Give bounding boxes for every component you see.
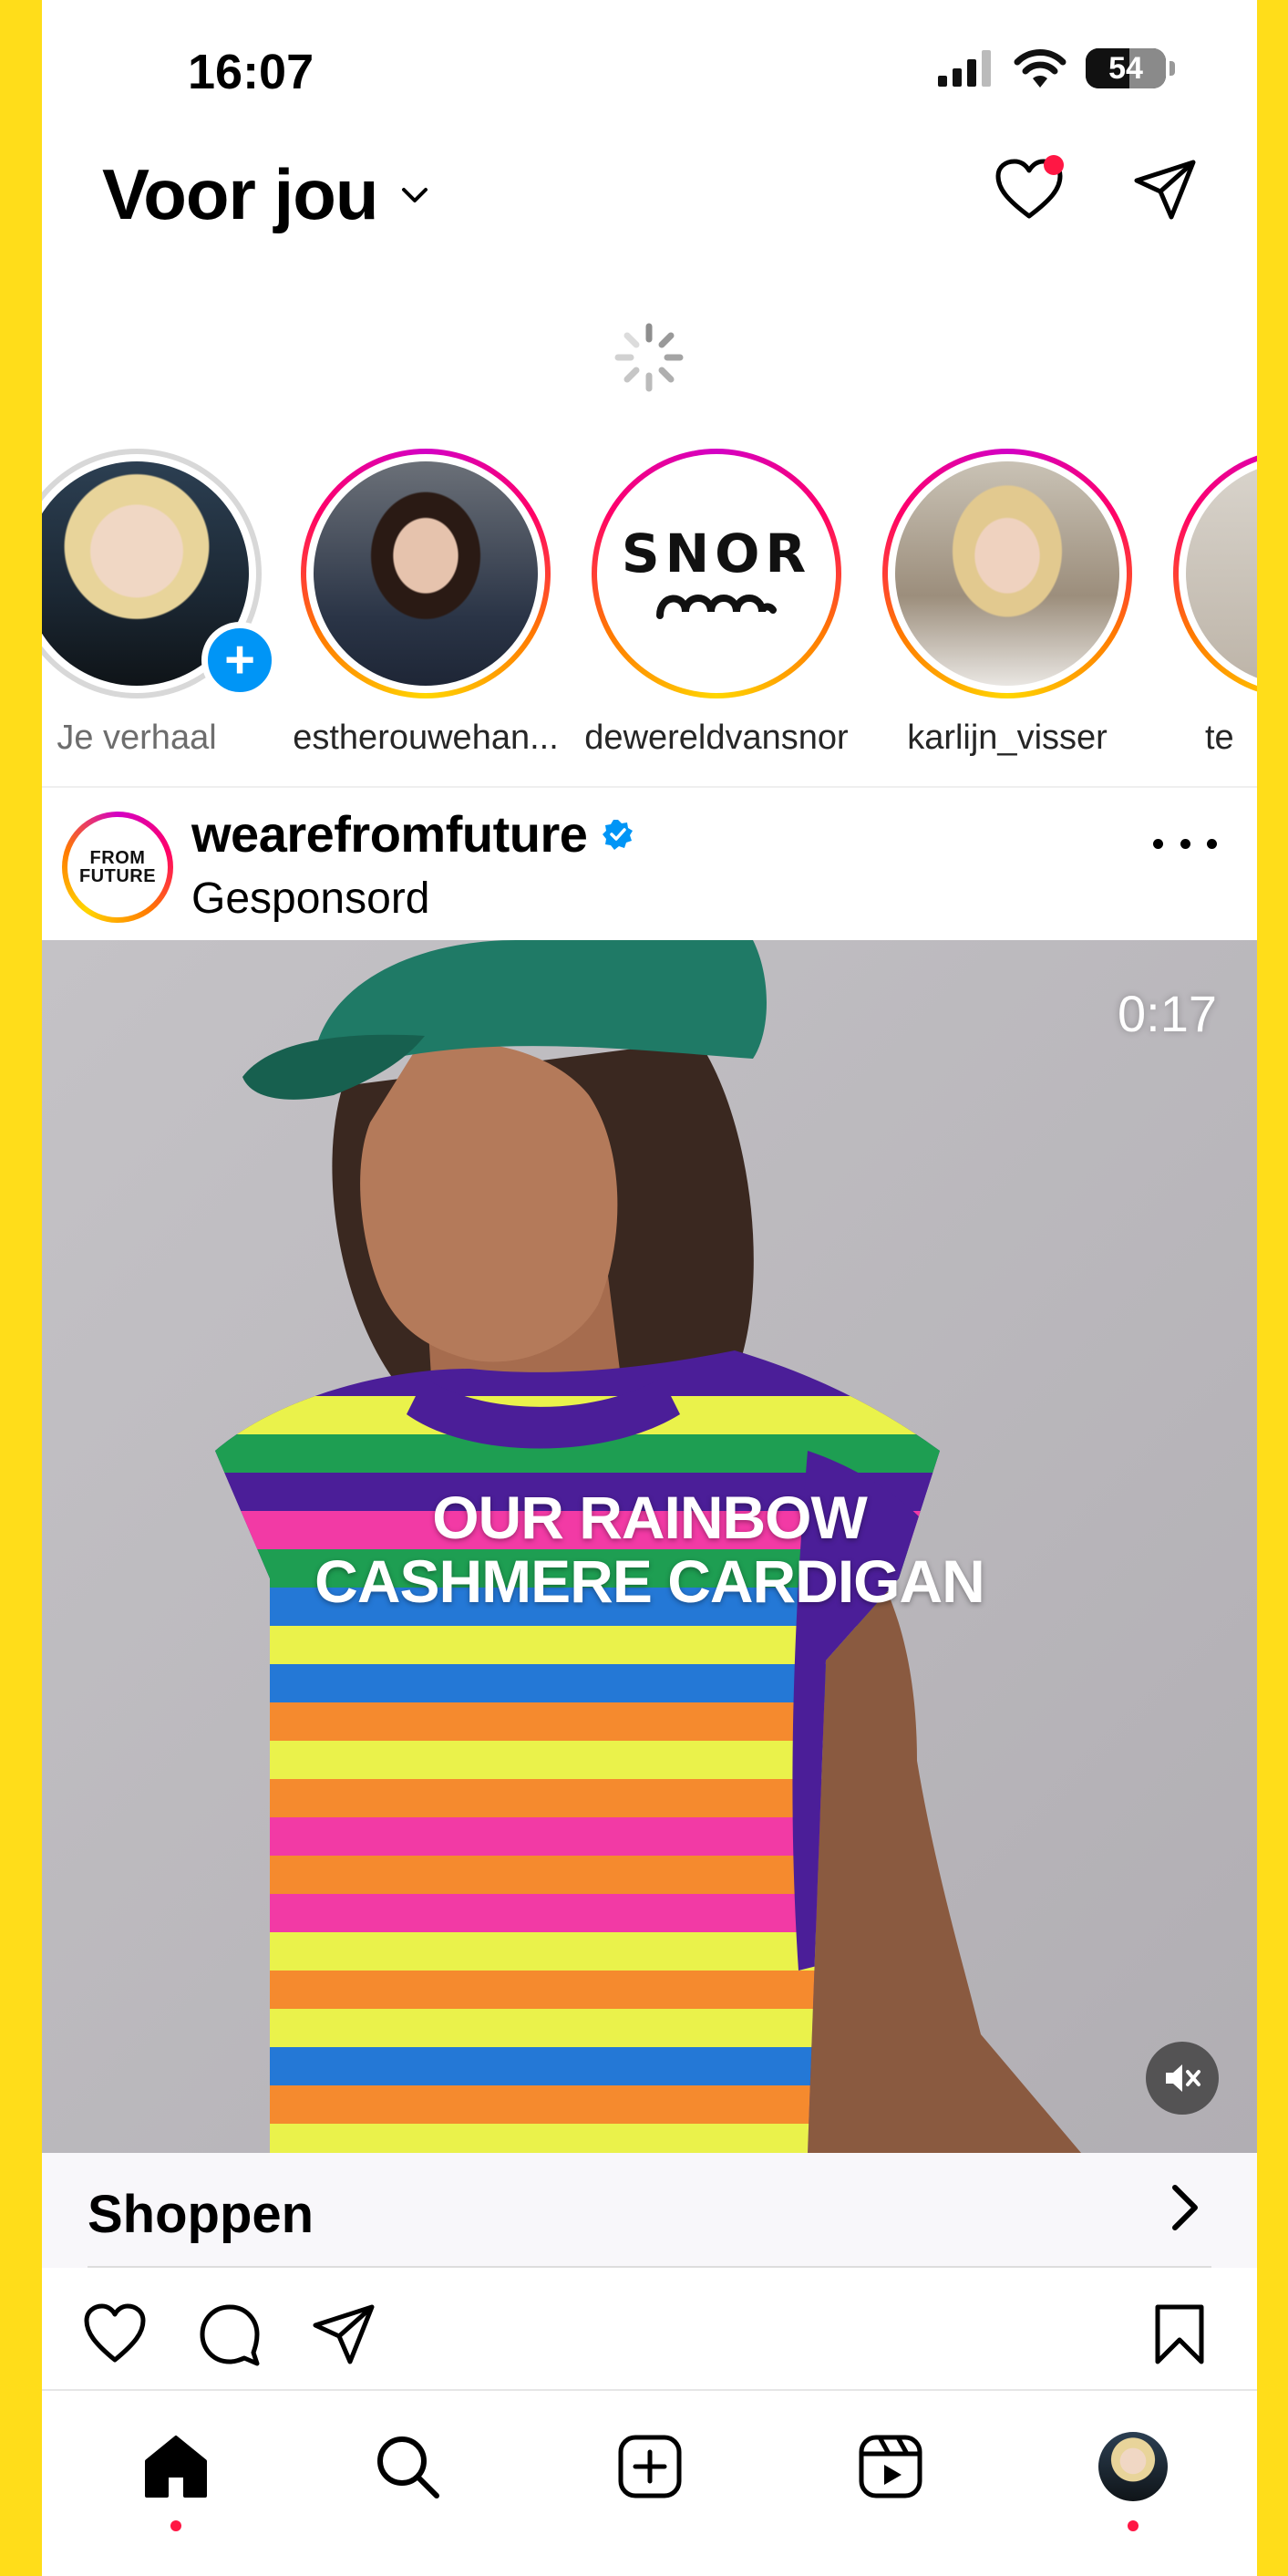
share-send-icon[interactable] (312, 2302, 377, 2367)
avatar: SNOR (604, 461, 829, 686)
story-item[interactable]: SNOR dewereldvansnor (580, 449, 853, 758)
more-options-icon[interactable] (1153, 830, 1217, 857)
post-username-row[interactable]: wearefromfuture (191, 804, 634, 864)
post-video[interactable]: 0:17 OUR RAINBOW CASHMERE CARDIGAN (42, 940, 1257, 2153)
story-label: Je verhaal (57, 719, 217, 757)
direct-messages-button[interactable] (1129, 153, 1202, 226)
story-label: te (1205, 719, 1234, 757)
story-own[interactable]: + Je verhaal (42, 449, 278, 758)
sponsored-label: Gesponsord (191, 874, 430, 923)
like-heart-icon[interactable] (82, 2302, 148, 2367)
story-label: estherouwehan... (293, 719, 559, 757)
divider (88, 2266, 1211, 2268)
profile-avatar (1098, 2432, 1168, 2501)
header-actions (993, 153, 1202, 226)
mustache-icon (656, 595, 777, 619)
avatar (314, 461, 538, 686)
status-time: 16:07 (188, 45, 314, 99)
brand-logo-line1: FROM (89, 848, 146, 868)
chevron-down-icon (401, 187, 428, 202)
status-icons: 54 (936, 47, 1175, 89)
phone-screen: 16:07 54 Voor jou + Je verhaal estherouw… (42, 0, 1257, 2576)
story-item[interactable]: karlijn_visser (871, 449, 1144, 758)
post-avatar[interactable]: FROM FUTURE (62, 812, 173, 923)
home-icon (145, 2436, 207, 2498)
nav-create[interactable] (609, 2426, 691, 2508)
story-item[interactable]: te (1161, 449, 1257, 758)
story-label: dewereldvansnor (584, 719, 849, 757)
page-title: Voor jou (102, 154, 379, 234)
avatar (1186, 461, 1257, 686)
story-label: karlijn_visser (907, 719, 1108, 757)
comment-icon[interactable] (197, 2302, 263, 2367)
story-item[interactable]: estherouwehan... (289, 449, 562, 758)
bottom-nav (42, 2389, 1257, 2576)
nav-search[interactable] (366, 2426, 448, 2508)
nav-reels[interactable] (850, 2426, 932, 2508)
wifi-icon (1014, 49, 1066, 88)
post-actions (42, 2269, 1257, 2387)
post-username: wearefromfuture (191, 805, 588, 863)
signal-icon (938, 50, 991, 87)
post-header: FROM FUTURE wearefromfuture Gesponsord (42, 786, 1257, 939)
chevron-right-icon (1172, 2185, 1198, 2230)
notification-dot (1128, 2520, 1139, 2531)
nav-home[interactable] (135, 2426, 217, 2531)
create-icon (618, 2435, 682, 2498)
notifications-button[interactable] (993, 153, 1066, 226)
avatar (895, 461, 1119, 686)
loading-spinner-icon (614, 323, 684, 392)
add-story-button[interactable]: + (201, 622, 278, 698)
bookmark-icon[interactable] (1147, 2302, 1212, 2367)
search-icon (377, 2436, 439, 2498)
verified-badge-icon (603, 819, 634, 850)
overlay-text-line2: CASHMERE CARDIGAN (314, 1547, 985, 1615)
shop-bar[interactable]: Shoppen (42, 2153, 1257, 2268)
speaker-muted-icon (1166, 2064, 1200, 2092)
reels-icon (859, 2435, 922, 2498)
battery-level: 54 (1108, 50, 1143, 86)
snor-logo: SNOR (621, 522, 812, 585)
active-indicator-dot (170, 2520, 181, 2531)
battery-indicator: 54 (1086, 48, 1175, 88)
brand-logo-line2: FUTURE (78, 866, 157, 886)
nav-profile[interactable] (1092, 2426, 1174, 2531)
feed-selector[interactable]: Voor jou (102, 153, 431, 236)
mute-toggle[interactable] (1146, 2042, 1219, 2115)
send-icon (1134, 160, 1196, 220)
notification-dot (1044, 155, 1064, 175)
shop-label: Shoppen (88, 2185, 314, 2244)
stories-tray: + Je verhaal estherouwehan... SNOR dewer… (42, 449, 1257, 759)
overlay-text-line1: OUR RAINBOW (432, 1484, 868, 1551)
video-timer: 0:17 (1118, 985, 1217, 1042)
